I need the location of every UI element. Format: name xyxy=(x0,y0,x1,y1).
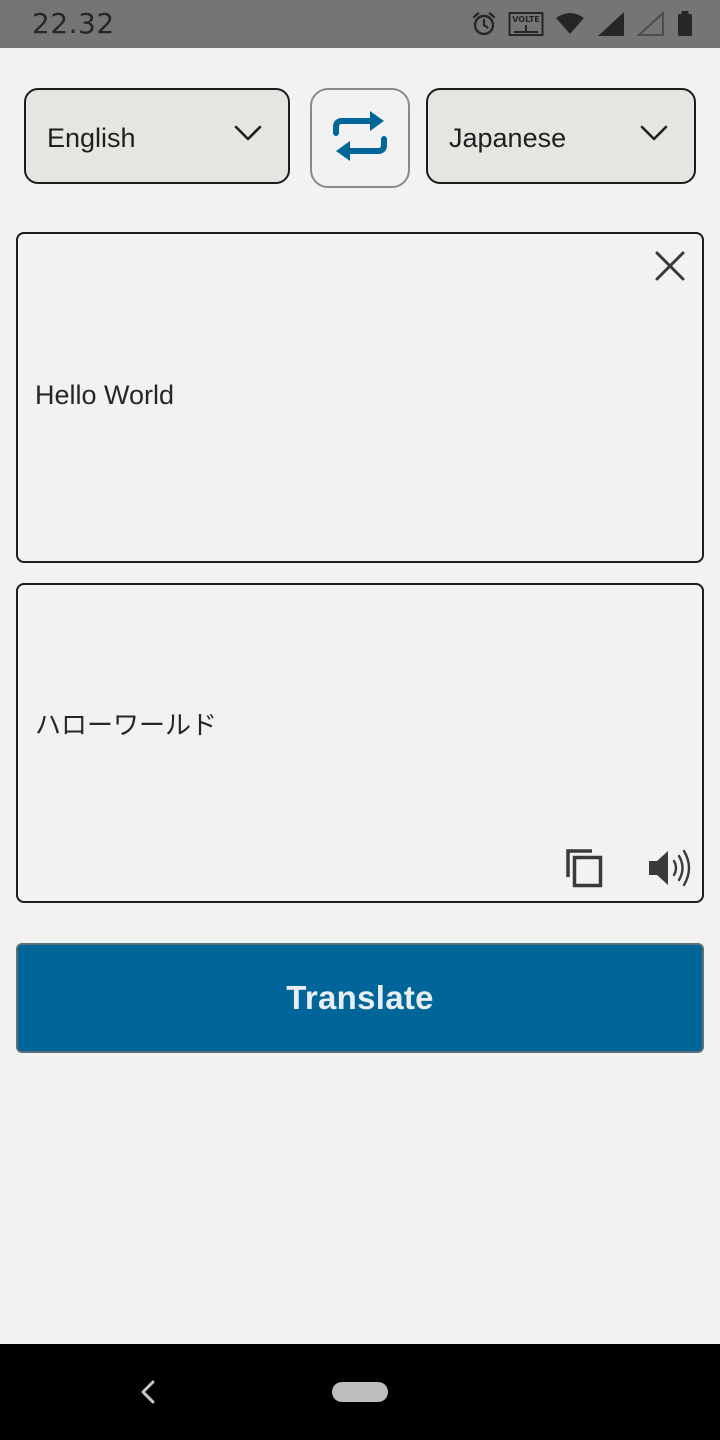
speaker-icon[interactable] xyxy=(646,847,696,889)
wifi-icon xyxy=(554,10,586,38)
translate-button[interactable]: Translate xyxy=(16,943,704,1053)
copy-icon[interactable] xyxy=(564,847,606,889)
volte-icon: VOLTE xyxy=(508,10,544,38)
swap-languages-button[interactable] xyxy=(310,88,410,188)
alarm-icon xyxy=(470,10,498,38)
status-bar: 22.32 VOLTE xyxy=(0,0,720,48)
target-language-label: Japanese xyxy=(449,123,567,153)
battery-icon xyxy=(676,10,694,38)
home-pill-button[interactable] xyxy=(332,1382,388,1402)
translated-text: ハローワールド xyxy=(35,711,218,741)
target-language-select[interactable]: Japanese xyxy=(426,88,696,184)
status-time: 22.32 xyxy=(32,7,115,40)
signal-empty-icon xyxy=(636,10,666,38)
close-icon[interactable] xyxy=(652,248,688,284)
swap-arrows-icon xyxy=(330,109,390,168)
chevron-down-icon xyxy=(234,124,262,147)
back-icon[interactable] xyxy=(138,1380,158,1409)
chevron-down-icon xyxy=(640,124,668,147)
navigation-bar xyxy=(0,1344,720,1440)
status-icons: VOLTE xyxy=(470,8,694,40)
source-text[interactable]: Hello World xyxy=(35,380,174,411)
translated-text-output: ハローワールド xyxy=(16,583,704,903)
source-language-label: English xyxy=(47,123,136,153)
volte-label: VOLTE xyxy=(512,15,540,24)
source-text-input[interactable]: Hello World xyxy=(16,232,704,563)
signal-icon xyxy=(596,10,626,38)
source-language-select[interactable]: English xyxy=(24,88,290,184)
